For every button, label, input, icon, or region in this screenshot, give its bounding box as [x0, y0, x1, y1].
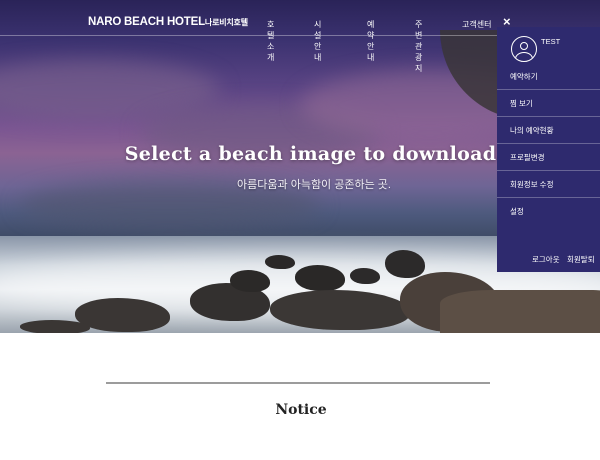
brand-name-en: NARO BEACH HOTEL	[88, 16, 205, 28]
menu-item-settings[interactable]: 설정	[497, 198, 600, 225]
username-label: TEST	[541, 37, 561, 46]
hero-rock	[270, 290, 410, 330]
menu-item-my-reservations[interactable]: 나의 예약현황	[497, 117, 600, 144]
nav-item-reservation-info[interactable]: 예약안내	[367, 19, 374, 63]
nav-item-customer-center[interactable]: 고객센터	[462, 19, 491, 30]
user-icon-head	[520, 42, 528, 50]
brand-logo[interactable]: NARO BEACH HOTEL나로비치호텔	[88, 16, 248, 28]
user-side-panel: TEST 예약하기 찜 보기 나의 예약현황 프로필변경 회원정보 수정 설정 …	[497, 27, 600, 272]
section-divider	[106, 382, 490, 384]
brand-name-ko: 나로비치호텔	[204, 18, 248, 27]
menu-item-make-reservation[interactable]: 예약하기	[497, 63, 600, 90]
withdraw-link[interactable]: 회원탈퇴	[567, 254, 595, 265]
user-icon-body	[515, 52, 533, 61]
menu-item-edit-profile[interactable]: 프로필변경	[497, 144, 600, 171]
hero-rock	[350, 268, 380, 284]
user-menu: 예약하기 찜 보기 나의 예약현황 프로필변경 회원정보 수정 설정	[497, 63, 600, 225]
hero-rock	[440, 290, 600, 333]
menu-item-edit-member-info[interactable]: 회원정보 수정	[497, 171, 600, 198]
nav-item-attractions[interactable]: 주변관광지	[415, 19, 422, 74]
menu-item-wishlist[interactable]: 찜 보기	[497, 90, 600, 117]
hero-rock	[385, 250, 425, 278]
hero-rock	[295, 265, 345, 291]
nav-item-hotel-intro[interactable]: 호텔소개	[267, 19, 274, 63]
nav-item-facilities[interactable]: 시설안내	[314, 19, 321, 63]
hero-rock	[265, 255, 295, 269]
close-icon[interactable]: ×	[503, 15, 511, 28]
notice-heading: Notice	[275, 402, 327, 418]
logout-link[interactable]: 로그아웃	[532, 254, 560, 265]
hero-rock	[20, 320, 90, 333]
hero-rock	[230, 270, 270, 292]
user-icon[interactable]	[511, 36, 537, 62]
